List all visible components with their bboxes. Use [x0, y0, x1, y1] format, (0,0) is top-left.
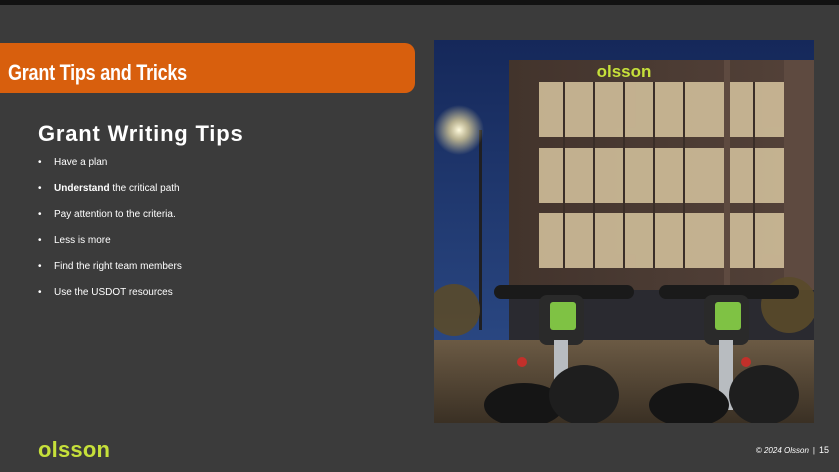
list-item: • Use the USDOT resources — [38, 286, 182, 312]
olsson-logo: olsson — [38, 437, 111, 462]
bullet-icon: • — [38, 235, 42, 246]
tip-text: the critical path — [109, 183, 180, 194]
bullet-icon: • — [38, 157, 42, 168]
list-item: • Understand the critical path — [38, 182, 182, 208]
tip-text: Find the right team members — [54, 261, 182, 272]
tip-text: Use the USDOT resources — [54, 287, 173, 298]
list-item: • Find the right team members — [38, 260, 182, 286]
tip-text: Pay attention to the criteria. — [54, 209, 176, 220]
building-sign: olsson — [597, 62, 652, 81]
list-item: • Pay attention to the criteria. — [38, 208, 182, 234]
section-heading: Grant Writing Tips — [38, 121, 244, 146]
list-item: • Have a plan — [38, 156, 182, 182]
bullet-icon: • — [38, 287, 42, 298]
tip-bold: Understand — [54, 183, 110, 194]
footer: © 2024 Olsson | 15 — [756, 445, 829, 455]
copyright: © 2024 Olsson — [755, 445, 809, 455]
tip-text: Have a plan — [54, 157, 108, 168]
title-banner: Grant Tips and Tricks — [0, 43, 415, 93]
bullet-icon: • — [38, 261, 42, 272]
page-separator: | — [812, 445, 815, 455]
bullet-icon: • — [38, 209, 42, 220]
list-item: • Less is more — [38, 234, 182, 260]
page-number: 15 — [818, 445, 829, 455]
slide-title: Grant Tips and Tricks — [8, 60, 187, 85]
building-photo: olsson — [434, 40, 814, 423]
tip-text: Less is more — [54, 235, 111, 246]
slide: Grant Tips and Tricks Grant Writing Tips… — [0, 0, 839, 472]
bullet-icon: • — [38, 183, 42, 194]
tips-list: • Have a plan • Understand the critical … — [38, 156, 182, 312]
